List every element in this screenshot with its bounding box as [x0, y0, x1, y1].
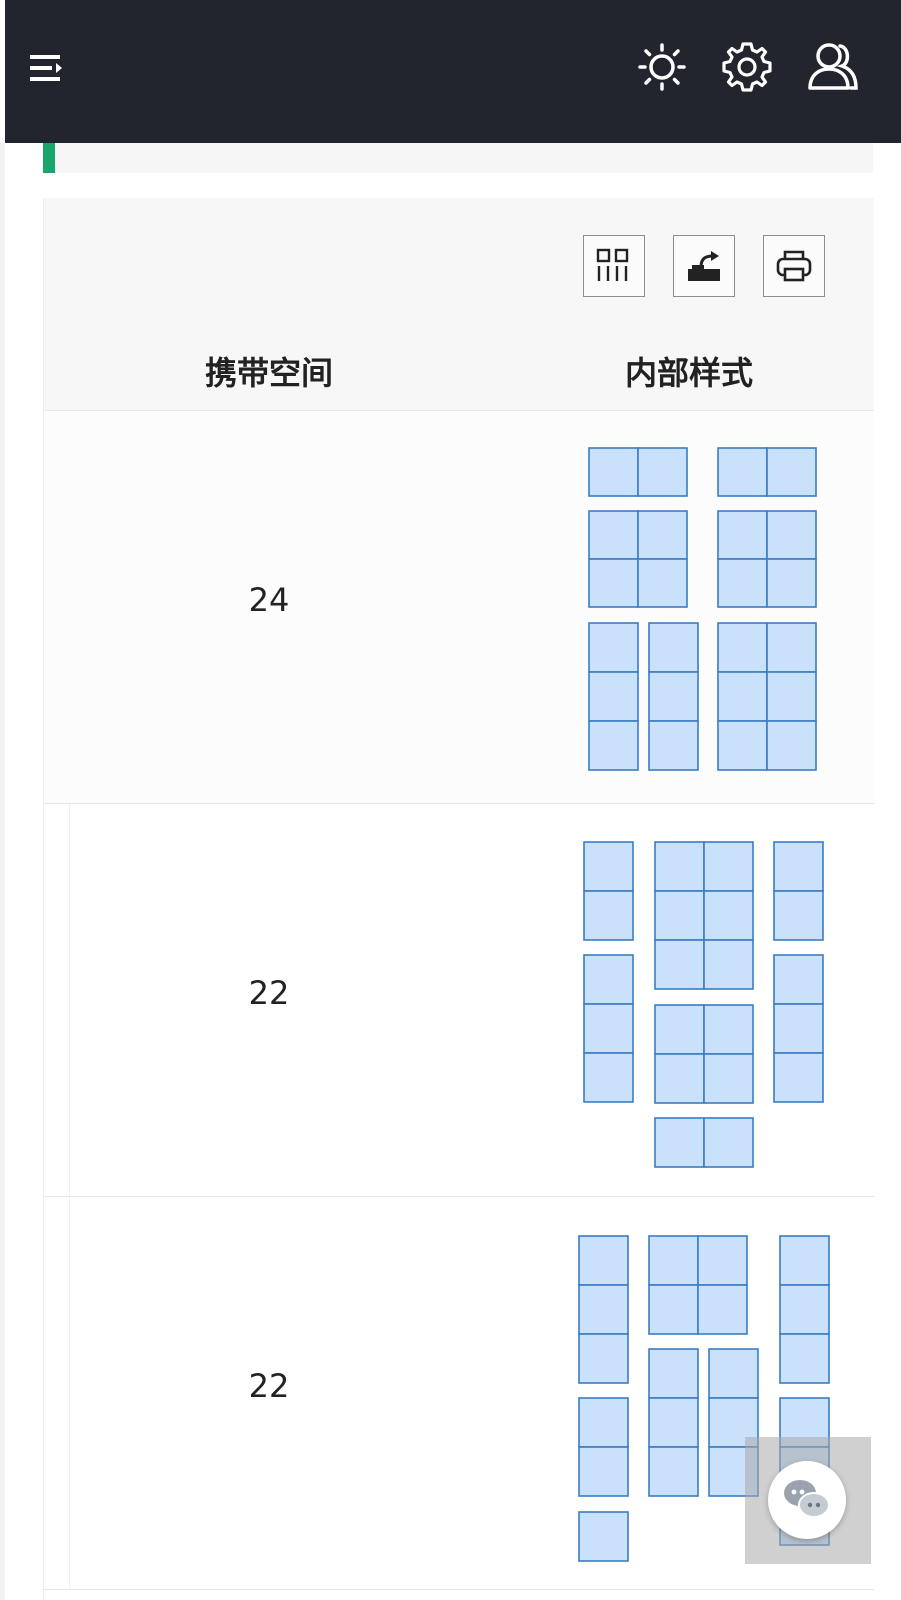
columns-button[interactable]: [583, 235, 645, 297]
users-icon[interactable]: [805, 38, 861, 94]
table-row[interactable]: 22: [44, 804, 874, 1197]
column-header-capacity: 携带空间: [204, 354, 333, 392]
layout-table-card: 携带空间 内部样式 24 22 22: [43, 198, 874, 1600]
printer-icon: [776, 250, 812, 282]
chat-float-button[interactable]: [768, 1461, 846, 1539]
export-icon: [688, 251, 720, 281]
chat-bubbles-icon: [784, 1480, 830, 1518]
table-toolbar: [44, 198, 874, 330]
gear-icon[interactable]: [720, 40, 774, 94]
seat-grid-left: [578, 1235, 629, 1562]
seat-grid-right: [773, 841, 824, 1103]
seat-grid-center: [654, 841, 754, 1168]
print-button[interactable]: [763, 235, 825, 297]
table-header: 携带空间 内部样式: [44, 330, 874, 411]
export-button[interactable]: [673, 235, 735, 297]
seat-grid-left-top: [588, 447, 688, 608]
top-nav-bar: [5, 0, 901, 143]
seat-grid-center: [648, 1235, 759, 1497]
column-header-layout: 内部样式: [624, 354, 753, 392]
seat-grid-right-top: [717, 447, 817, 608]
section-tab-strip: [43, 143, 873, 173]
seat-grid-bottom: [588, 622, 817, 771]
active-indicator: [43, 143, 55, 173]
columns-icon: [596, 248, 629, 281]
interior-layout-diagram: [588, 447, 817, 771]
sun-icon[interactable]: [637, 42, 687, 92]
left-rail: [0, 143, 5, 1600]
table-row[interactable]: 24: [44, 411, 874, 804]
menu-collapse-icon[interactable]: [26, 48, 66, 88]
interior-layout-diagram: [583, 841, 824, 1168]
seat-grid-left: [583, 841, 634, 1103]
